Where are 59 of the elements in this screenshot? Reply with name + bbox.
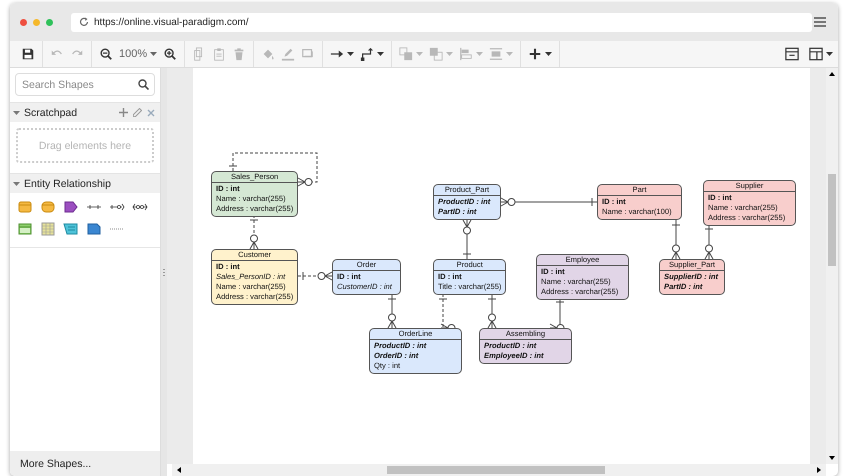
plus-icon[interactable] xyxy=(119,108,128,117)
plus-icon xyxy=(528,47,542,61)
paint-bucket-icon xyxy=(261,47,276,61)
more-shapes-button[interactable]: More Shapes... xyxy=(10,451,160,476)
section-header[interactable]: Entity Relationship xyxy=(10,173,160,193)
caret-icon xyxy=(377,52,384,56)
scroll-right-icon[interactable] xyxy=(817,467,821,473)
section-header[interactable]: Scratchpad xyxy=(10,102,160,122)
reload-icon[interactable] xyxy=(79,17,89,27)
horizontal-scrollbar[interactable] xyxy=(172,464,826,476)
search-icon[interactable] xyxy=(138,79,149,90)
section-title: Entity Relationship xyxy=(24,178,111,190)
vertical-scrollbar[interactable] xyxy=(826,68,838,464)
distribute-icon xyxy=(489,47,504,61)
document-shape-icon[interactable] xyxy=(86,221,102,237)
address-bar[interactable]: https://online.visual-paradigm.com/ xyxy=(71,12,812,32)
pencil-icon xyxy=(281,47,296,61)
caret-icon xyxy=(446,52,454,56)
caret-down-icon[interactable] xyxy=(13,110,20,114)
scroll-left-icon[interactable] xyxy=(177,467,181,473)
grid-table-shape-icon[interactable] xyxy=(40,221,56,237)
elbow-connector-icon xyxy=(360,47,374,61)
scrollbar-thumb[interactable] xyxy=(828,174,836,266)
entity-shape-icon[interactable] xyxy=(17,199,33,215)
caret-icon xyxy=(150,52,158,56)
drop-hint: Drag elements here xyxy=(38,140,132,152)
close-icon[interactable] xyxy=(147,108,155,116)
section-title: Scratchpad xyxy=(24,106,78,118)
zoom-out-icon xyxy=(99,47,113,61)
scroll-down-icon[interactable] xyxy=(829,456,835,460)
clipboard-icon xyxy=(212,47,226,61)
rounded-entity-shape-icon[interactable] xyxy=(40,199,56,215)
trash-icon xyxy=(232,47,246,61)
caret-icon xyxy=(826,52,833,56)
attribute-shape-icon[interactable] xyxy=(63,199,79,215)
table-shape-icon[interactable] xyxy=(17,221,33,237)
search-field[interactable]: Search Shapes xyxy=(15,73,155,96)
caret-icon xyxy=(416,52,424,56)
caret-icon xyxy=(347,52,354,56)
scroll-up-icon[interactable] xyxy=(829,72,835,76)
caret-down-icon[interactable] xyxy=(13,182,20,186)
maximize-window-icon[interactable] xyxy=(46,18,53,26)
close-window-icon[interactable] xyxy=(20,18,27,26)
sidebar-resize-handle[interactable] xyxy=(160,68,167,476)
align-icon xyxy=(459,47,474,61)
caret-icon xyxy=(476,52,484,56)
to-front-icon xyxy=(399,47,414,61)
menu-icon[interactable] xyxy=(814,17,826,27)
scrollbar-thumb[interactable] xyxy=(387,466,605,474)
to-back-icon xyxy=(429,47,444,61)
view-shape-icon[interactable] xyxy=(63,221,79,237)
caret-icon xyxy=(506,52,514,56)
zoom-level-dropdown[interactable]: 100% xyxy=(116,43,160,65)
panel-layout-icon xyxy=(809,47,823,61)
zoom-in-icon xyxy=(163,47,178,61)
pencil-icon[interactable] xyxy=(133,108,142,117)
url-text: https://online.visual-paradigm.com/ xyxy=(94,16,249,28)
panel-icon xyxy=(785,47,799,61)
caret-icon xyxy=(545,52,552,56)
